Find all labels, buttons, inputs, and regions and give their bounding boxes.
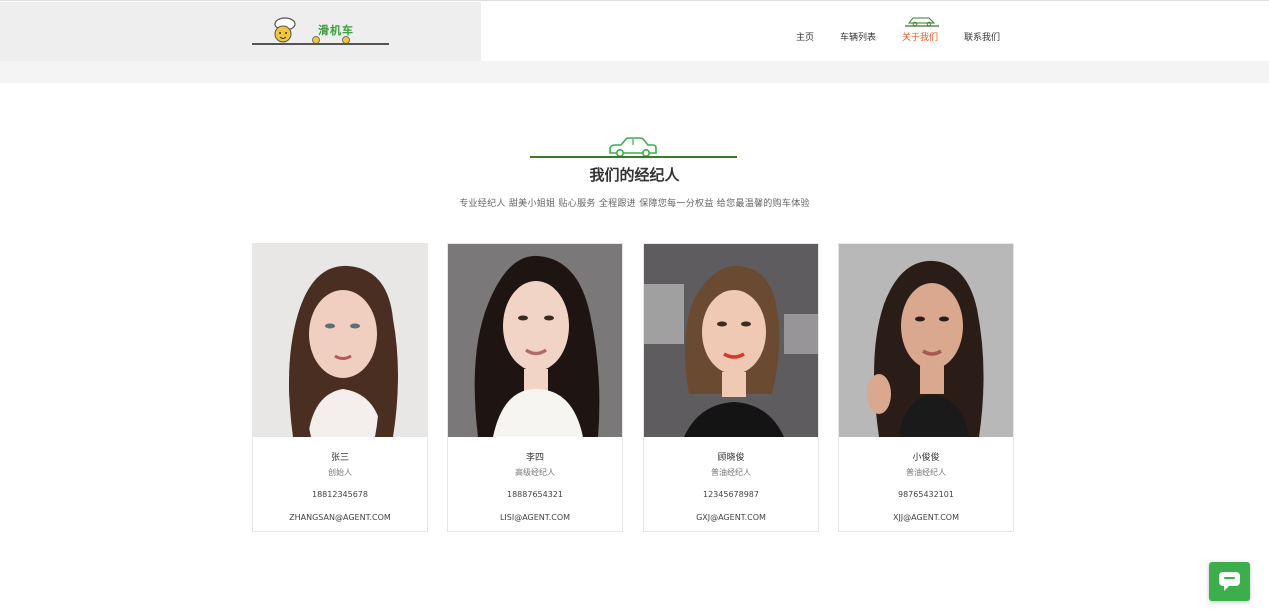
agent-card[interactable]: 张三 创始人 18812345678 ZHANGSAN@AGENT.COM [252, 243, 428, 532]
agent-card[interactable]: 小俊俊 普油经纪人 98765432101 XJJ@AGENT.COM [838, 243, 1014, 532]
agent-role: 创始人 [328, 468, 352, 477]
chat-button[interactable] [1209, 562, 1250, 601]
agent-role: 高级经纪人 [515, 468, 555, 477]
section-header: 我们的经纪人 [0, 133, 1269, 193]
agent-phone: 98765432101 [898, 490, 954, 499]
nav-home[interactable]: 主页 [796, 30, 814, 43]
section-title: 我们的经纪人 [589, 166, 680, 184]
agent-name: 李四 [525, 453, 544, 463]
nav-car-list[interactable]: 车辆列表 [840, 30, 876, 43]
site-header: 滑机车 主页 车辆列表 关于我们 联系我们 [0, 0, 1269, 62]
agent-name: 小俊俊 [912, 453, 940, 463]
agent-email: GXJ@AGENT.COM [696, 513, 766, 522]
section-car-icon [609, 137, 657, 158]
agent-card[interactable]: 顾晓俊 普油经纪人 12345678987 GXJ@AGENT.COM [643, 243, 819, 532]
agent-phone: 18812345678 [312, 490, 368, 499]
portrait-woman-icon [253, 244, 427, 437]
agent-photo [839, 244, 1013, 437]
agent-name: 顾晓俊 [717, 453, 745, 463]
agent-photo [644, 244, 818, 437]
portrait-woman-icon [448, 244, 622, 437]
portrait-woman-icon [644, 244, 818, 437]
nav-contact-us[interactable]: 联系我们 [964, 30, 1000, 43]
agent-role: 普油经纪人 [711, 468, 751, 477]
agent-email: LISI@AGENT.COM [499, 513, 571, 522]
agent-role: 普油经纪人 [906, 468, 946, 477]
section-title-underline [530, 156, 737, 158]
agent-email: XJJ@AGENT.COM [892, 513, 960, 522]
portrait-woman-icon [839, 244, 1013, 437]
nav-about-us[interactable]: 关于我们 [902, 30, 938, 43]
header-strip [0, 61, 1269, 83]
agent-card[interactable]: 李四 高级经纪人 18887654321 LISI@AGENT.COM [447, 243, 623, 532]
chat-bubble-icon [1219, 572, 1240, 591]
agent-name: 张三 [330, 453, 349, 463]
agent-photo [448, 244, 622, 437]
agent-phone: 12345678987 [703, 490, 759, 499]
agent-photo [253, 244, 427, 437]
section-subtitle: 专业经纪人 甜美小姐姐 贴心服务 全程跟进 保障您每一分权益 给您最温馨的购车体… [459, 199, 810, 209]
nav-active-car-icon [905, 17, 939, 27]
agent-phone: 18887654321 [507, 490, 563, 499]
main-nav: 主页 车辆列表 关于我们 联系我们 [0, 17, 1269, 49]
agent-email: ZHANGSAN@AGENT.COM [289, 513, 391, 522]
